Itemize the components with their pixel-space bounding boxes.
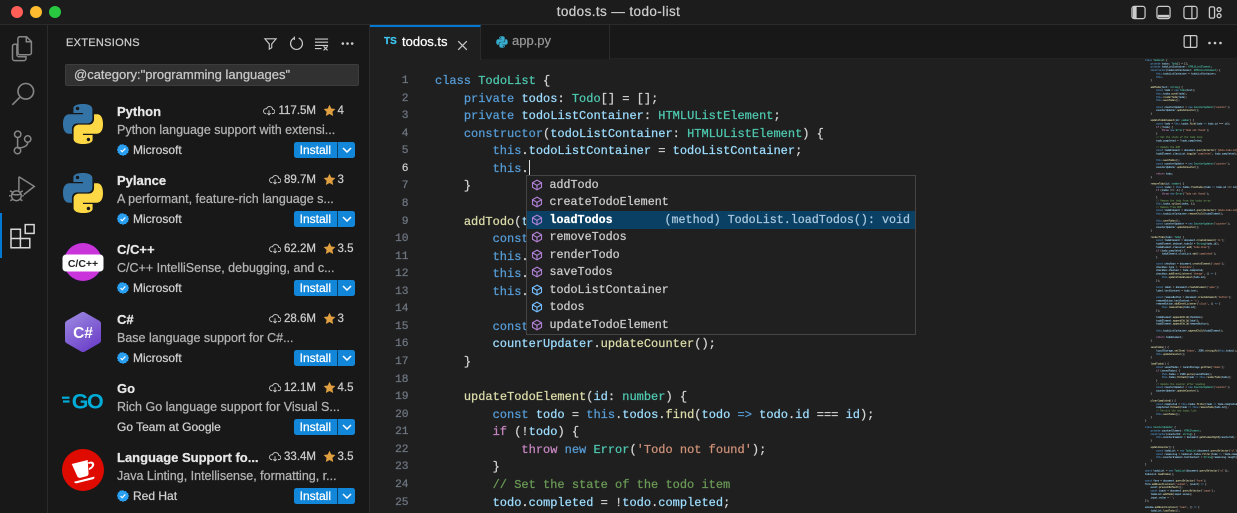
svg-text:GO: GO bbox=[72, 389, 103, 413]
svg-text:C#: C# bbox=[73, 325, 93, 342]
svg-text:C/C++: C/C++ bbox=[68, 258, 98, 270]
